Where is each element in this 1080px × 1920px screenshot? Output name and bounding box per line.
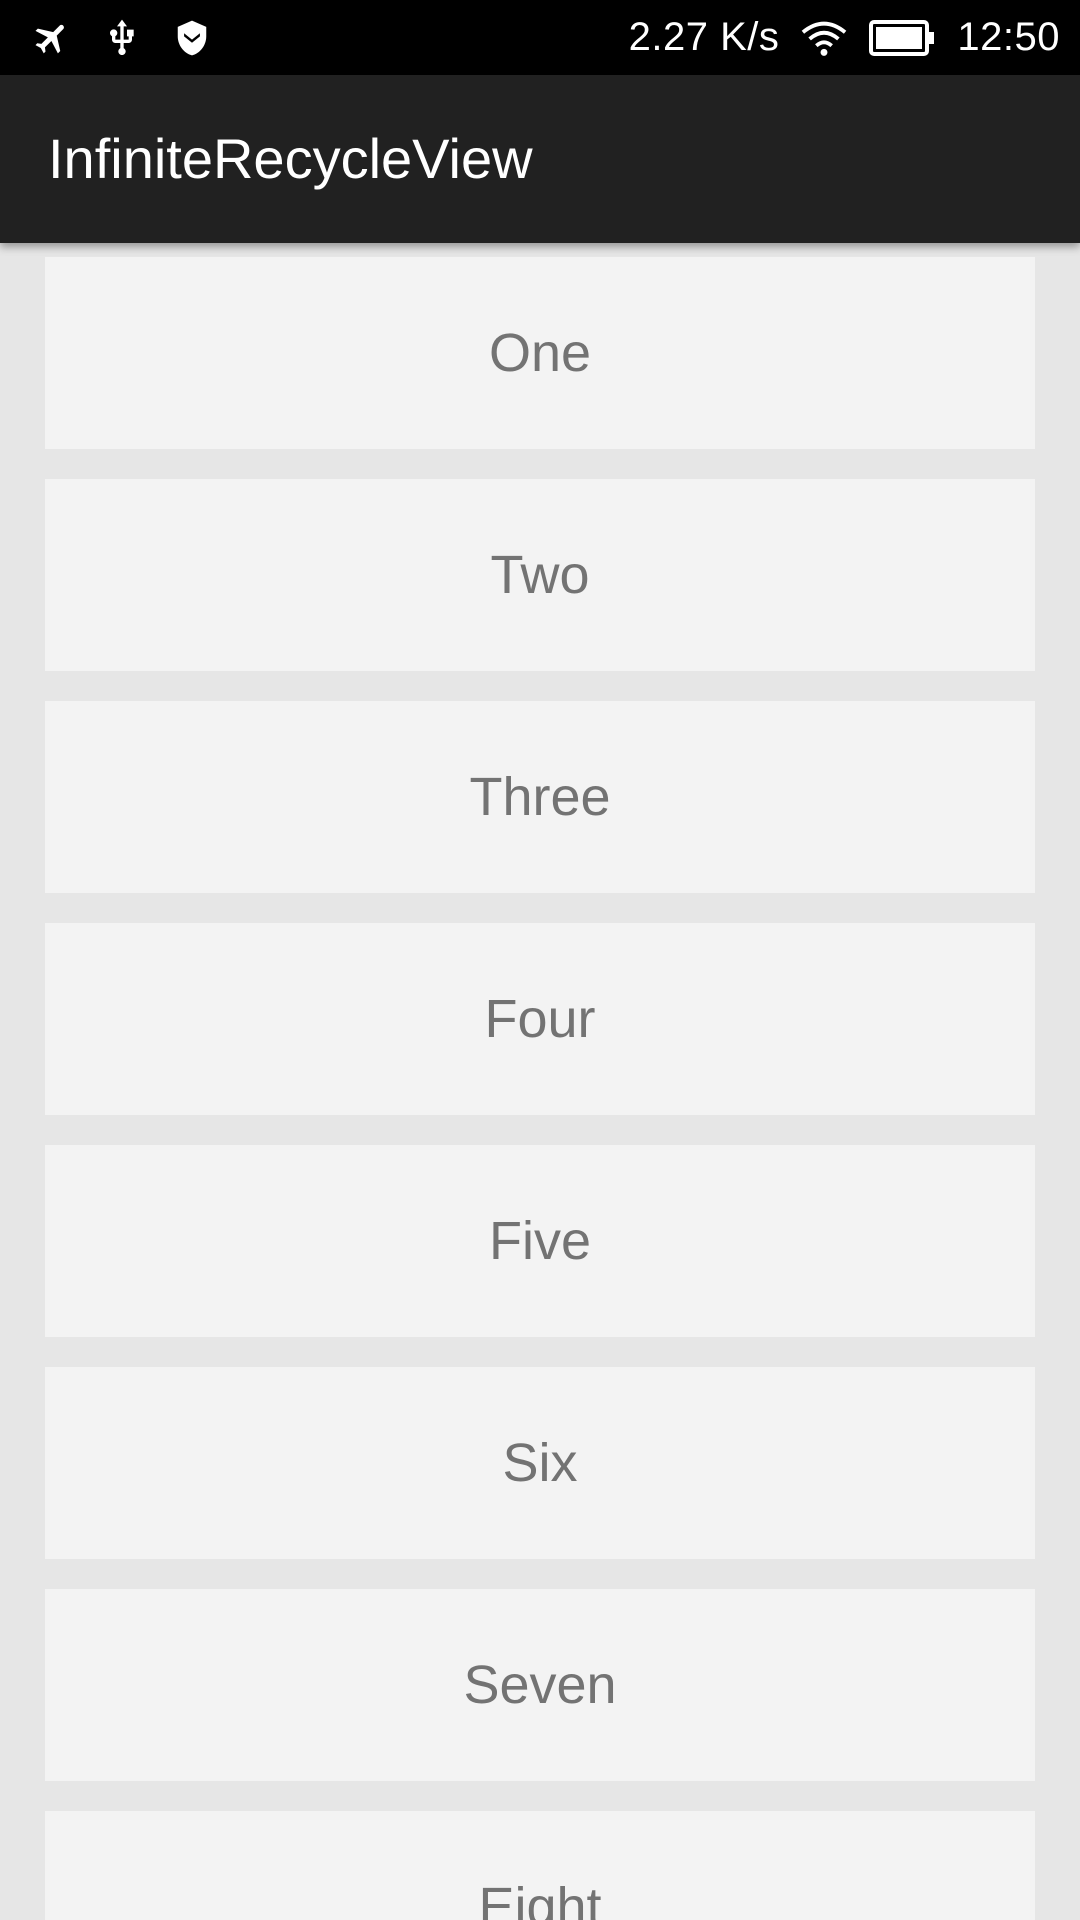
battery-icon: [869, 18, 935, 58]
list-item[interactable]: Three: [45, 701, 1035, 893]
app-bar: InfiniteRecycleView: [0, 75, 1080, 243]
airplane-icon: [30, 16, 74, 60]
list-item[interactable]: Two: [45, 479, 1035, 671]
clock: 12:50: [957, 15, 1060, 59]
list-item[interactable]: Five: [45, 1145, 1035, 1337]
list-item-label: Three: [469, 767, 611, 827]
list-item[interactable]: Six: [45, 1367, 1035, 1559]
list-item-label: Four: [484, 989, 596, 1049]
shield-icon: [170, 16, 214, 60]
status-icons-left: [30, 0, 240, 75]
app-title: InfiniteRecycleView: [48, 127, 533, 190]
usb-icon: [100, 16, 144, 60]
recycler-list[interactable]: One Two Three Four Five Six Seven Eight: [0, 243, 1080, 1920]
list-item[interactable]: Eight: [45, 1811, 1035, 1920]
status-icons-right: 2.27 K/s 12:50: [629, 0, 1060, 75]
list-item-label: Eight: [478, 1877, 602, 1920]
network-speed: 2.27 K/s: [628, 15, 780, 59]
list-item[interactable]: Seven: [45, 1589, 1035, 1781]
list-item-label: Seven: [463, 1655, 617, 1715]
list-item[interactable]: Four: [45, 923, 1035, 1115]
wifi-icon: [801, 18, 847, 58]
list-item-label: Six: [502, 1433, 578, 1493]
status-bar: 2.27 K/s 12:50: [0, 0, 1080, 75]
list-item[interactable]: One: [45, 257, 1035, 449]
list-item-label: Two: [490, 545, 590, 605]
list-item-label: Five: [488, 1211, 591, 1271]
list-item-label: One: [488, 323, 592, 383]
